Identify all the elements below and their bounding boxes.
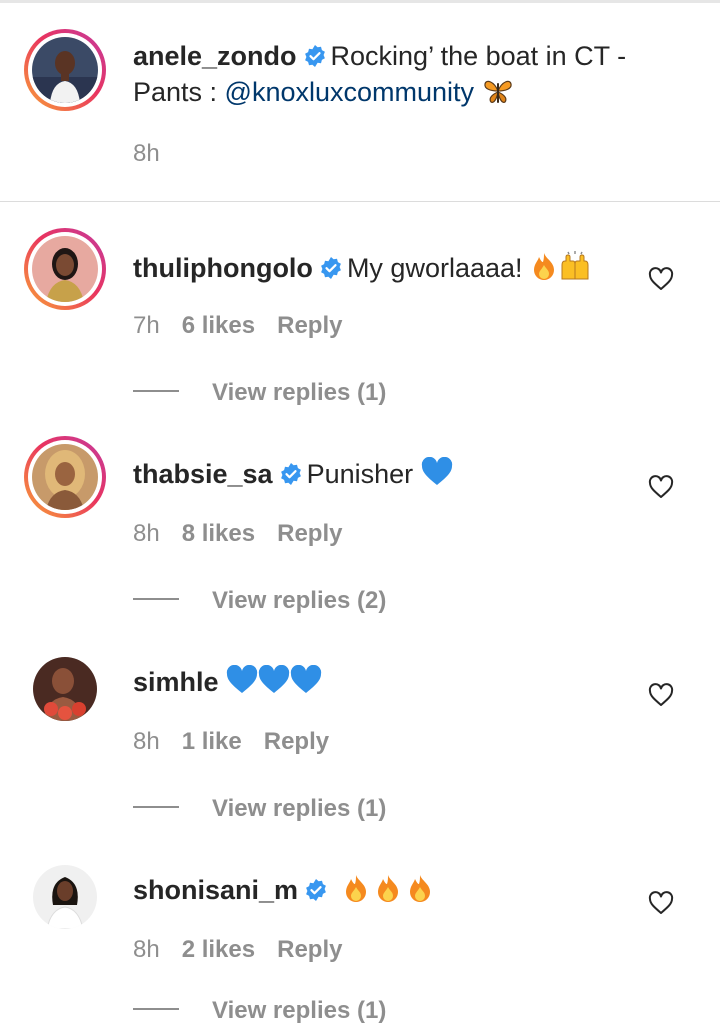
- comment-avatar[interactable]: [24, 228, 106, 310]
- comment-likes[interactable]: 6 likes: [182, 312, 255, 339]
- view-replies-label: View replies (2): [212, 587, 387, 614]
- avatar-photo: [32, 236, 98, 302]
- reply-button[interactable]: Reply: [264, 728, 329, 755]
- comment-body: shonisani_m: [133, 872, 650, 908]
- like-heart-icon[interactable]: [648, 683, 674, 707]
- caption-text: Rocking’ the boat in CT -: [330, 41, 627, 71]
- replies-dash: [133, 1008, 179, 1010]
- view-replies-label: View replies (1): [212, 997, 387, 1024]
- blue-heart-icon: [258, 665, 290, 693]
- view-replies-button[interactable]: View replies (1): [133, 996, 386, 1026]
- comment-timestamp: 8h: [133, 936, 160, 963]
- comment-body: thuliphongolo My gworlaaaa!: [133, 250, 650, 286]
- caption-text-2: Pants :: [133, 77, 225, 107]
- replies-dash: [133, 598, 179, 600]
- caption-username[interactable]: anele_zondo: [133, 41, 297, 71]
- caption-timestamp: 8h: [133, 140, 160, 167]
- replies-dash: [133, 390, 179, 392]
- comment-text: My gworlaaaa!: [346, 253, 523, 283]
- verified-badge-icon: [321, 257, 341, 279]
- blue-heart-icon: [290, 665, 322, 693]
- comment-timestamp: 8h: [133, 520, 160, 547]
- fire-icon: [377, 875, 398, 902]
- view-replies-button[interactable]: View replies (1): [133, 794, 386, 824]
- comment-meta: 7h 6 likes Reply: [133, 311, 364, 341]
- view-replies-button[interactable]: View replies (1): [133, 378, 386, 408]
- like-heart-icon[interactable]: [648, 267, 674, 291]
- avatar-photo: [33, 657, 97, 721]
- reply-button[interactable]: Reply: [277, 520, 342, 547]
- caption-meta: 8h: [133, 139, 182, 169]
- comment-avatar[interactable]: [24, 856, 106, 938]
- comment-body: simhle: [133, 664, 650, 700]
- butterfly-icon: [483, 80, 512, 103]
- caption-divider: [0, 201, 720, 202]
- comment-text: Punisher: [306, 459, 414, 489]
- avatar-photo: [33, 865, 97, 929]
- comment-timestamp: 7h: [133, 312, 160, 339]
- comment-username[interactable]: thabsie_sa: [133, 459, 273, 489]
- replies-dash: [133, 806, 179, 808]
- top-border: [0, 0, 720, 3]
- view-replies-button[interactable]: View replies (2): [133, 586, 386, 616]
- comment-timestamp: 8h: [133, 728, 160, 755]
- comment-likes[interactable]: 1 like: [182, 728, 242, 755]
- avatar-photo: [32, 444, 98, 510]
- blue-heart-icon: [226, 665, 258, 693]
- comment-meta: 8h 1 like Reply: [133, 727, 351, 757]
- comment-username[interactable]: simhle: [133, 667, 219, 697]
- comment-meta: 8h 8 likes Reply: [133, 519, 364, 549]
- like-heart-icon[interactable]: [648, 891, 674, 915]
- comment-likes[interactable]: 2 likes: [182, 936, 255, 963]
- verified-badge-icon: [280, 463, 301, 485]
- caption-body: anele_zondo Rocking’ the boat in CT - Pan…: [133, 38, 650, 110]
- avatar-photo: [32, 37, 98, 103]
- blue-heart-icon: [421, 457, 452, 485]
- comment-avatar[interactable]: [24, 436, 106, 518]
- reply-button[interactable]: Reply: [277, 312, 342, 339]
- comment-username[interactable]: thuliphongolo: [133, 253, 313, 283]
- verified-badge-icon: [306, 879, 326, 901]
- caption-mention-link[interactable]: @knoxluxcommunity: [225, 77, 475, 107]
- view-replies-label: View replies (1): [212, 795, 387, 822]
- comment-body: thabsie_sa Punisher: [133, 456, 650, 492]
- reply-button[interactable]: Reply: [277, 936, 342, 963]
- caption-avatar[interactable]: [24, 29, 106, 111]
- fire-icon: [534, 253, 555, 280]
- fire-icon: [345, 875, 366, 902]
- comment-avatar[interactable]: [24, 648, 106, 730]
- like-heart-icon[interactable]: [648, 475, 674, 499]
- fire-icon: [409, 875, 430, 902]
- verified-badge-icon: [304, 45, 325, 67]
- view-replies-label: View replies (1): [212, 379, 387, 406]
- raised-hands-icon: [561, 251, 589, 280]
- comment-likes[interactable]: 8 likes: [182, 520, 255, 547]
- comment-username[interactable]: shonisani_m: [133, 875, 298, 905]
- comment-meta: 8h 2 likes Reply: [133, 935, 364, 965]
